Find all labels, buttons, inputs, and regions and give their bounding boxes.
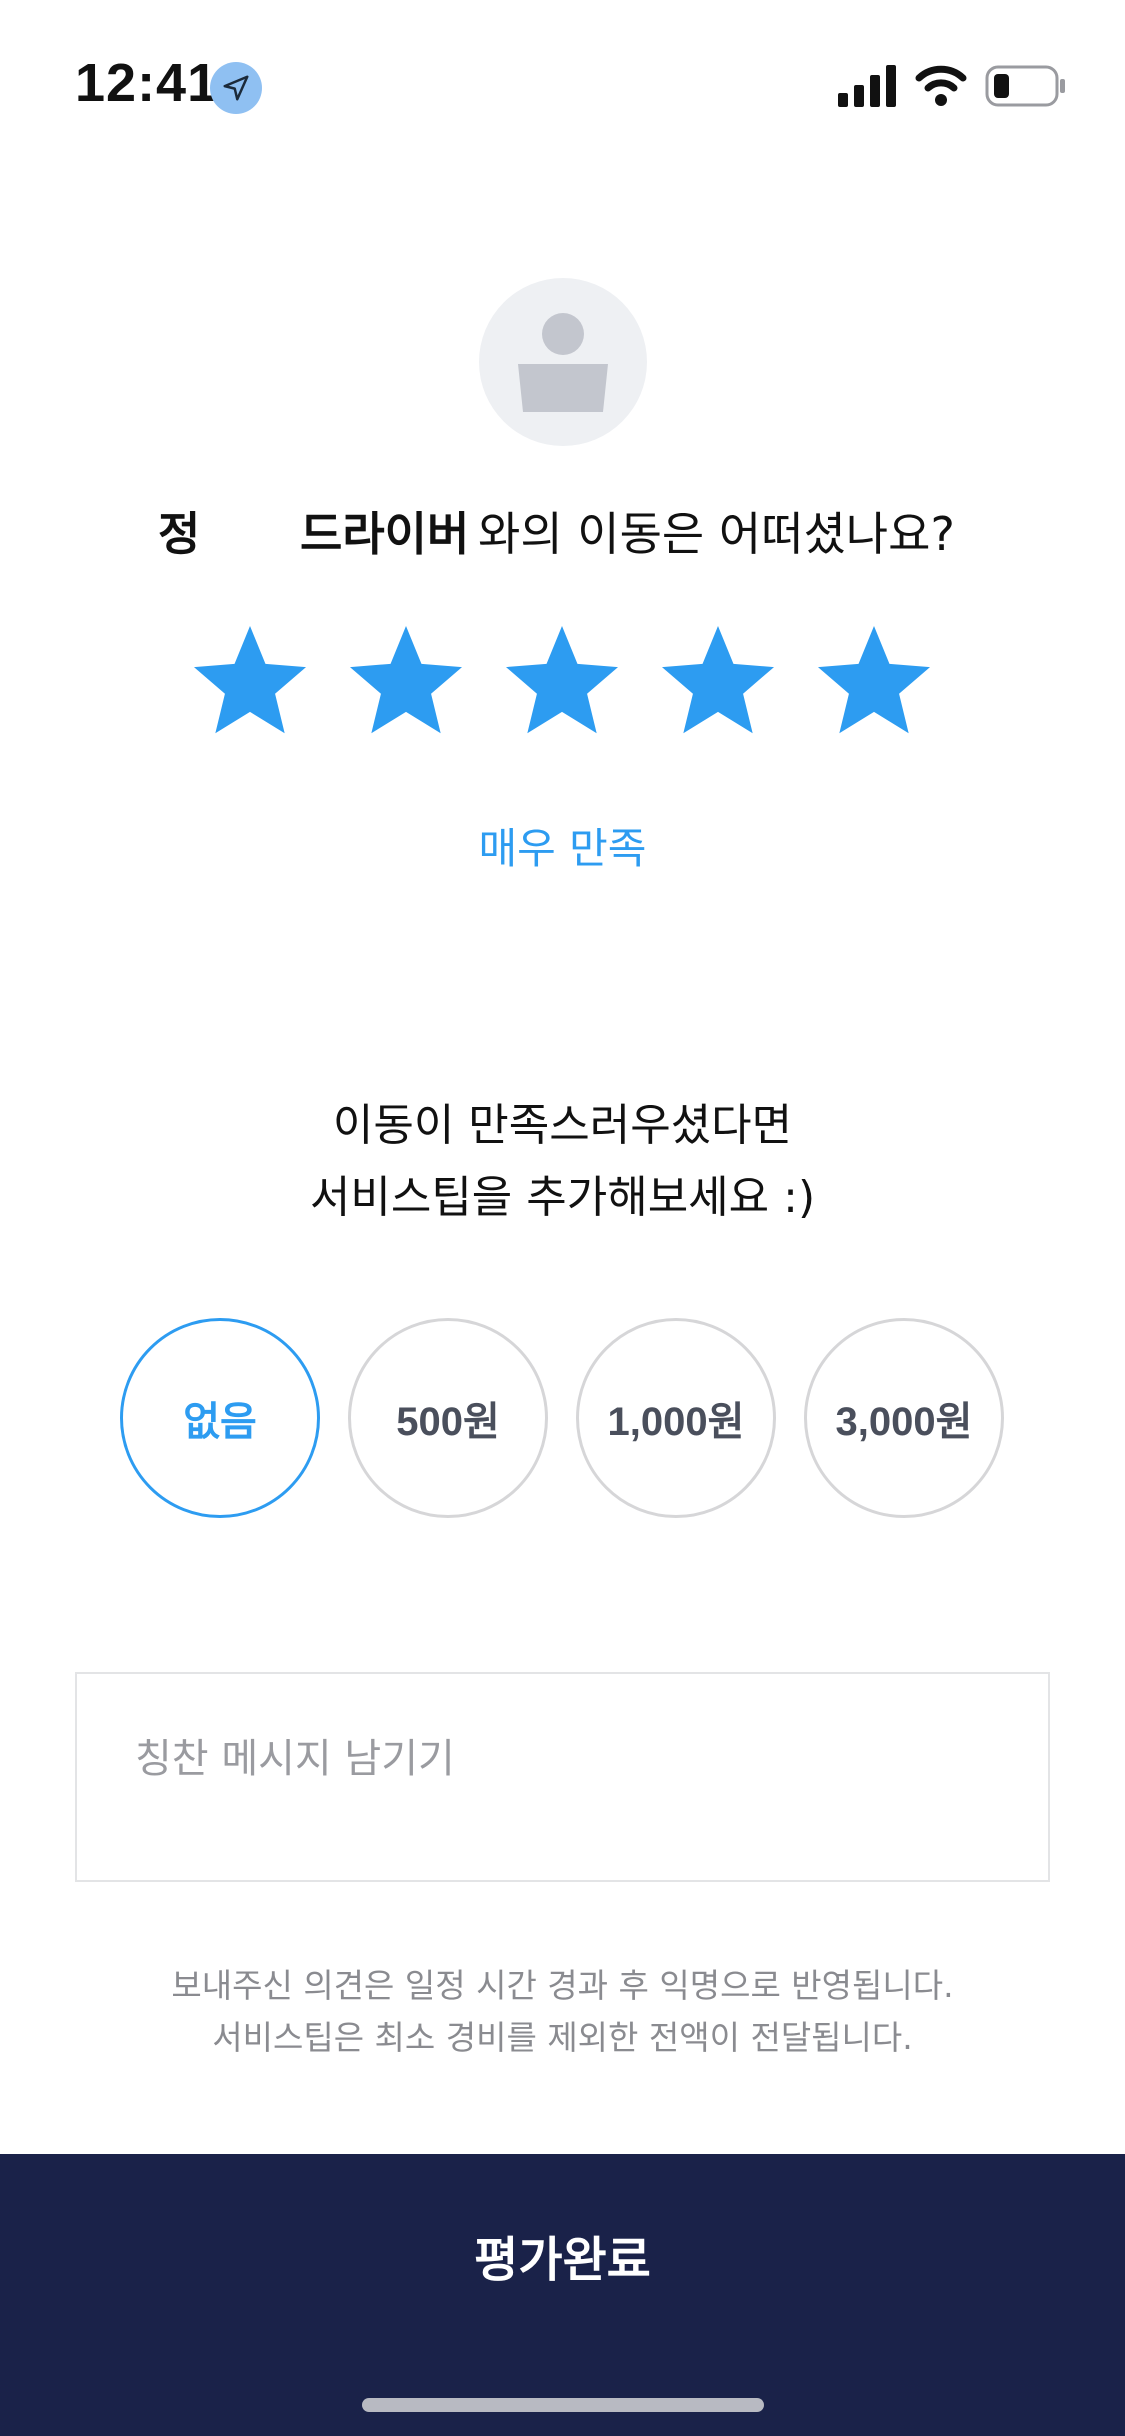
location-arrow-icon [210, 62, 262, 114]
question-text: 와의 이동은 어떠셨나요? [478, 507, 955, 561]
tip-option-1000[interactable]: 1,000원 [576, 1318, 776, 1518]
star-icon[interactable] [186, 618, 314, 746]
tip-option-3000[interactable]: 3,000원 [804, 1318, 1004, 1518]
notice-line1: 보내주신 의견은 일정 시간 경과 후 익명으로 반영됩니다. [171, 1966, 954, 2005]
submit-rating-button[interactable]: 평가완료 [0, 2154, 1125, 2436]
battery-icon [985, 65, 1065, 107]
star-icon[interactable] [654, 618, 782, 746]
tip-prompt-line1: 이동이 만족스러우셨다면 [332, 1100, 793, 1151]
rating-label: 매우 만족 [478, 824, 647, 873]
star-icon[interactable] [810, 618, 938, 746]
notice-line2: 서비스팁은 최소 경비를 제외한 전액이 전달됩니다. [212, 2018, 913, 2057]
tip-prompt: 이동이 만족스러우셨다면 서비스팁을 추가해보세요 :) [0, 1090, 1125, 1234]
star-icon[interactable] [342, 618, 470, 746]
signal-icon [838, 65, 896, 107]
tip-prompt-line2: 서비스팁을 추가해보세요 :) [309, 1172, 816, 1223]
home-indicator [362, 2398, 764, 2412]
tip-option-none[interactable]: 없음 [120, 1318, 320, 1518]
wifi-icon [915, 65, 967, 106]
star-icon[interactable] [498, 618, 626, 746]
notice: 보내주신 의견은 일정 시간 경과 후 익명으로 반영됩니다. 서비스팁은 최소… [0, 1960, 1125, 2064]
rating-question: 정 드라이버 와의 이동은 어떠셨나요? [0, 498, 1125, 568]
compliment-message-input[interactable] [77, 1674, 1048, 1880]
driver-avatar [479, 278, 647, 446]
person-icon [518, 313, 608, 412]
message-box [75, 1672, 1050, 1882]
driver-last-name: 정 [158, 507, 201, 561]
tip-option-500[interactable]: 500원 [348, 1318, 548, 1518]
driver-label: 드라이버 [300, 507, 470, 561]
star-rating [0, 618, 1125, 748]
submit-label: 평가완료 [474, 2234, 651, 2287]
status-time: 12:41 [75, 53, 219, 113]
